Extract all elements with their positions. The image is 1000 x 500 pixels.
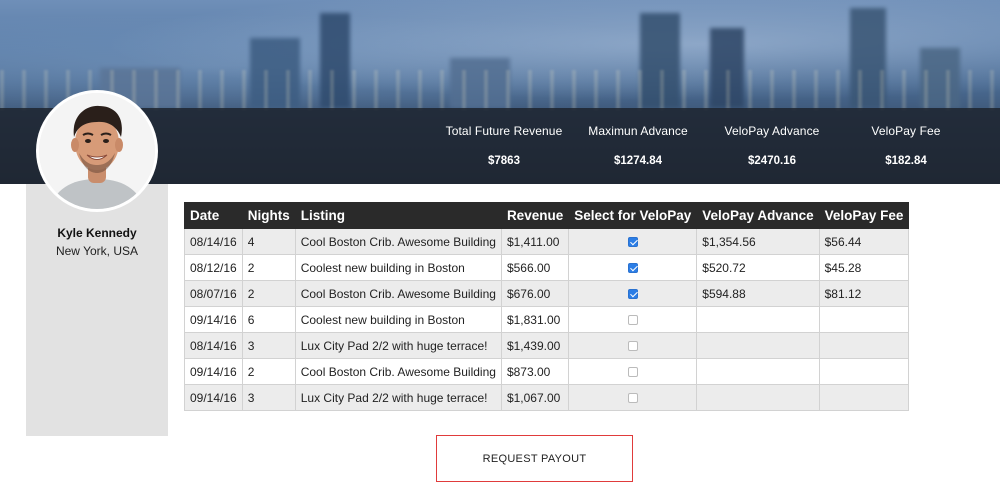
cell-date: 08/14/16	[184, 228, 243, 255]
stat-value: $182.84	[885, 155, 927, 167]
cell-listing: Lux City Pad 2/2 with huge terrace!	[294, 332, 502, 359]
stat-label: Maximun Advance	[588, 124, 688, 138]
cell-date: 08/12/16	[184, 254, 243, 281]
table-row: 09/14/16 3 Lux City Pad 2/2 with huge te…	[184, 384, 910, 411]
table-row: 08/14/16 4 Cool Boston Crib. Awesome Bui…	[184, 228, 910, 255]
cell-velopay-fee	[818, 384, 910, 411]
velopay-checkbox[interactable]	[627, 367, 638, 378]
velopay-checkbox[interactable]	[627, 237, 638, 248]
velopay-checkbox[interactable]	[627, 341, 638, 352]
cell-listing: Cool Boston Crib. Awesome Building	[294, 358, 502, 385]
banner-city-lights	[0, 70, 1000, 110]
cell-velopay-fee: $56.44	[818, 228, 910, 255]
stat-maximum-advance: Maximun Advance $1274.84	[563, 108, 713, 184]
cell-velopay-advance	[696, 332, 820, 359]
cell-velopay-advance	[696, 384, 820, 411]
cell-select	[568, 280, 698, 307]
cell-select	[568, 332, 698, 359]
cell-velopay-advance: $594.88	[696, 280, 820, 307]
column-header-nights[interactable]: Nights	[241, 202, 296, 229]
cell-listing: Coolest new building in Boston	[294, 306, 502, 333]
velopay-checkbox[interactable]	[627, 263, 638, 274]
cell-nights: 2	[241, 254, 296, 281]
stat-value: $1274.84	[614, 155, 662, 167]
stat-total-future-revenue: Total Future Revenue $7863	[429, 108, 579, 184]
cell-select	[568, 384, 698, 411]
cell-date: 08/14/16	[184, 332, 243, 359]
cell-listing: Cool Boston Crib. Awesome Building	[294, 228, 502, 255]
cell-nights: 3	[241, 384, 296, 411]
cell-date: 09/14/16	[184, 358, 243, 385]
table-row: 08/07/16 2 Cool Boston Crib. Awesome Bui…	[184, 280, 910, 307]
bookings-table: Date Nights Listing Revenue Select for V…	[184, 202, 910, 411]
column-header-velopay-fee[interactable]: VeloPay Fee	[818, 202, 910, 229]
cell-velopay-advance: $520.72	[696, 254, 820, 281]
cell-select	[568, 306, 698, 333]
stat-velopay-fee: VeloPay Fee $182.84	[831, 108, 981, 184]
cell-nights: 4	[241, 228, 296, 255]
cell-nights: 6	[241, 306, 296, 333]
cell-velopay-fee	[818, 332, 910, 359]
table-row: 08/12/16 2 Coolest new building in Bosto…	[184, 254, 910, 281]
cell-select	[568, 358, 698, 385]
cell-nights: 2	[241, 358, 296, 385]
stat-label: VeloPay Fee	[871, 124, 941, 138]
column-header-select[interactable]: Select for VeloPay	[568, 202, 698, 229]
cell-revenue: $1,067.00	[500, 384, 570, 411]
request-payout-button[interactable]: REQUEST PAYOUT	[436, 435, 633, 482]
cell-velopay-fee: $81.12	[818, 280, 910, 307]
velopay-checkbox[interactable]	[627, 315, 638, 326]
profile-name: Kyle Kennedy	[57, 226, 137, 240]
cell-listing: Lux City Pad 2/2 with huge terrace!	[294, 384, 502, 411]
cell-select	[568, 254, 698, 281]
column-header-date[interactable]: Date	[184, 202, 243, 229]
table-row: 09/14/16 6 Coolest new building in Bosto…	[184, 306, 910, 333]
avatar-photo	[39, 93, 155, 209]
cell-revenue: $1,831.00	[500, 306, 570, 333]
cell-revenue: $1,411.00	[500, 228, 570, 255]
profile-location: New York, USA	[55, 244, 139, 258]
cell-listing: Coolest new building in Boston	[294, 254, 502, 281]
cell-nights: 3	[241, 332, 296, 359]
cell-revenue: $873.00	[500, 358, 570, 385]
cell-velopay-advance: $1,354.56	[696, 228, 820, 255]
stat-value: $7863	[488, 155, 520, 167]
table-row: 08/14/16 3 Lux City Pad 2/2 with huge te…	[184, 332, 910, 359]
stat-label: VeloPay Advance	[724, 124, 820, 138]
cell-velopay-advance	[696, 358, 820, 385]
cell-revenue: $566.00	[500, 254, 570, 281]
cell-date: 08/07/16	[184, 280, 243, 307]
velopay-checkbox[interactable]	[627, 289, 638, 300]
stat-velopay-advance: VeloPay Advance $2470.16	[697, 108, 847, 184]
cell-select	[568, 228, 698, 255]
column-header-velopay-advance[interactable]: VeloPay Advance	[696, 202, 820, 229]
column-header-revenue[interactable]: Revenue	[500, 202, 570, 229]
cell-revenue: $676.00	[500, 280, 570, 307]
cell-velopay-fee	[818, 358, 910, 385]
avatar[interactable]	[36, 90, 158, 212]
cell-date: 09/14/16	[184, 384, 243, 411]
stat-value: $2470.16	[748, 155, 796, 167]
cell-velopay-fee: $45.28	[818, 254, 910, 281]
cell-nights: 2	[241, 280, 296, 307]
stat-label: Total Future Revenue	[445, 124, 563, 138]
cell-revenue: $1,439.00	[500, 332, 570, 359]
cell-date: 09/14/16	[184, 306, 243, 333]
bookings-table-container: Date Nights Listing Revenue Select for V…	[184, 202, 910, 411]
cell-velopay-advance	[696, 306, 820, 333]
cell-velopay-fee	[818, 306, 910, 333]
cell-listing: Cool Boston Crib. Awesome Building	[294, 280, 502, 307]
table-header-row: Date Nights Listing Revenue Select for V…	[184, 202, 910, 229]
table-row: 09/14/16 2 Cool Boston Crib. Awesome Bui…	[184, 358, 910, 385]
user-portrait-icon	[39, 93, 155, 209]
velopay-checkbox[interactable]	[627, 393, 638, 404]
profile-sidebar: Kyle Kennedy New York, USA	[26, 184, 168, 436]
column-header-listing[interactable]: Listing	[294, 202, 502, 229]
